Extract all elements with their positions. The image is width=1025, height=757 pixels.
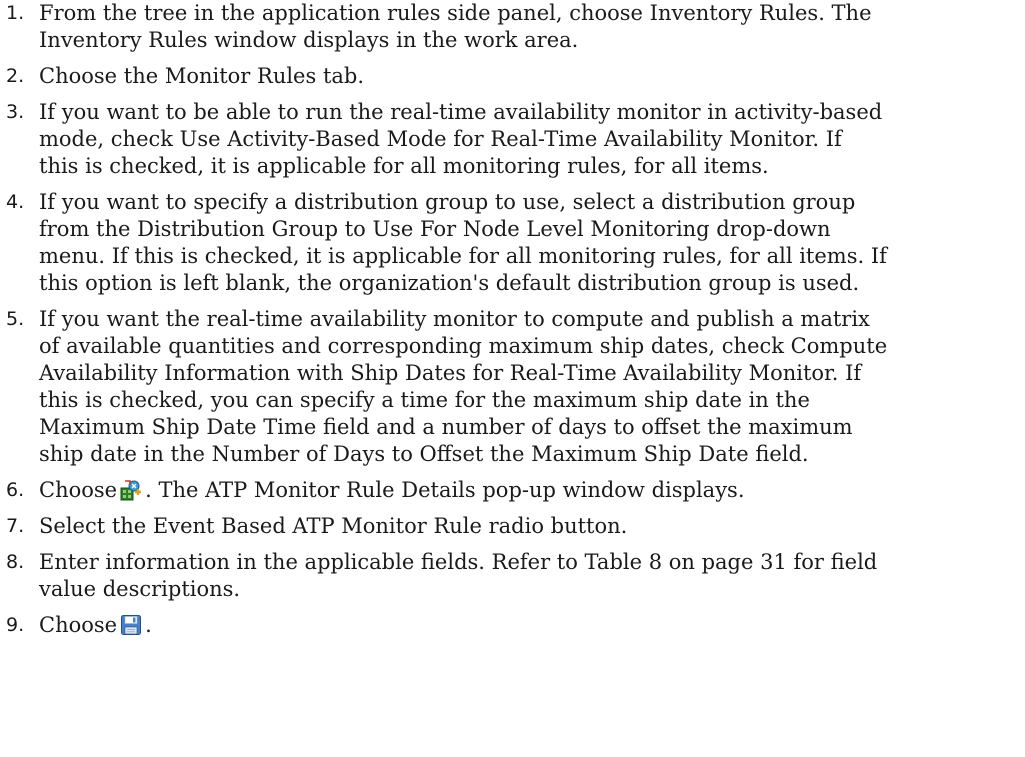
step-number: 8.	[6, 551, 25, 573]
step-text: Choose	[39, 613, 118, 637]
step-text: . The ATP Monitor Rule Details pop-up wi…	[145, 478, 745, 502]
step-text-line: Enter information in the applicable fiel…	[39, 550, 878, 574]
step-7: 7. Select the Event Based ATP Monitor Ru…	[6, 513, 1016, 540]
step-2: 2. Choose the Monitor Rules tab.	[6, 63, 1016, 90]
step-5: 5. If you want the real-time availabilit…	[6, 306, 1016, 468]
step-text-line: this is checked, it is applicable for al…	[39, 154, 769, 178]
step-text-line: this is checked, you can specify a time …	[39, 388, 810, 412]
step-text-line: from the Distribution Group to Use For N…	[39, 217, 831, 241]
step-9: 9. Choose .	[6, 612, 1016, 639]
step-text-line: value descriptions.	[39, 577, 241, 601]
step-number: 6.	[6, 479, 25, 501]
step-text-line: Choose .	[39, 612, 1016, 639]
step-1: 1. From the tree in the application rule…	[6, 0, 1016, 54]
step-number: 1.	[6, 2, 25, 24]
step-number: 4.	[6, 191, 25, 213]
procedure-steps: 1. From the tree in the application rule…	[6, 0, 1016, 648]
step-text: .	[145, 613, 152, 637]
step-number: 2.	[6, 65, 25, 87]
step-number: 9.	[6, 614, 25, 636]
step-text-line: ship date in the Number of Days to Offse…	[39, 442, 809, 466]
step-text-line: this option is left blank, the organizat…	[39, 271, 860, 295]
step-6: 6. Choose . The ATP Monitor Rule Details…	[6, 477, 1016, 504]
step-text-line: Maximum Ship Date Time field and a numbe…	[39, 415, 853, 439]
step-number: 7.	[6, 515, 25, 537]
step-text-line: Select the Event Based ATP Monitor Rule …	[39, 514, 628, 538]
save-icon[interactable]	[120, 614, 142, 636]
step-3: 3. If you want to be able to run the rea…	[6, 99, 1016, 180]
step-text-line: of available quantities and correspondin…	[39, 334, 888, 358]
step-text-line: Availability Information with Ship Dates…	[39, 361, 862, 385]
step-text-line: If you want the real-time availability m…	[39, 307, 870, 331]
step-text-line: Choose . The ATP Monitor Rule Details po…	[39, 477, 1016, 504]
step-text-line: Inventory Rules window displays in the w…	[39, 28, 579, 52]
step-number: 3.	[6, 101, 25, 123]
step-text-line: From the tree in the application rules s…	[39, 1, 872, 25]
step-number: 5.	[6, 308, 25, 330]
step-text-line: If you want to specify a distribution gr…	[39, 190, 856, 214]
step-text: Choose	[39, 478, 118, 502]
step-8: 8. Enter information in the applicable f…	[6, 549, 1016, 603]
step-text-line: mode, check Use Activity-Based Mode for …	[39, 127, 842, 151]
step-text-line: If you want to be able to run the real-t…	[39, 100, 883, 124]
step-text-line: menu. If this is checked, it is applicab…	[39, 244, 887, 268]
add-rule-icon[interactable]	[120, 479, 142, 501]
step-text-line: Choose the Monitor Rules tab.	[39, 64, 365, 88]
step-4: 4. If you want to specify a distribution…	[6, 189, 1016, 297]
